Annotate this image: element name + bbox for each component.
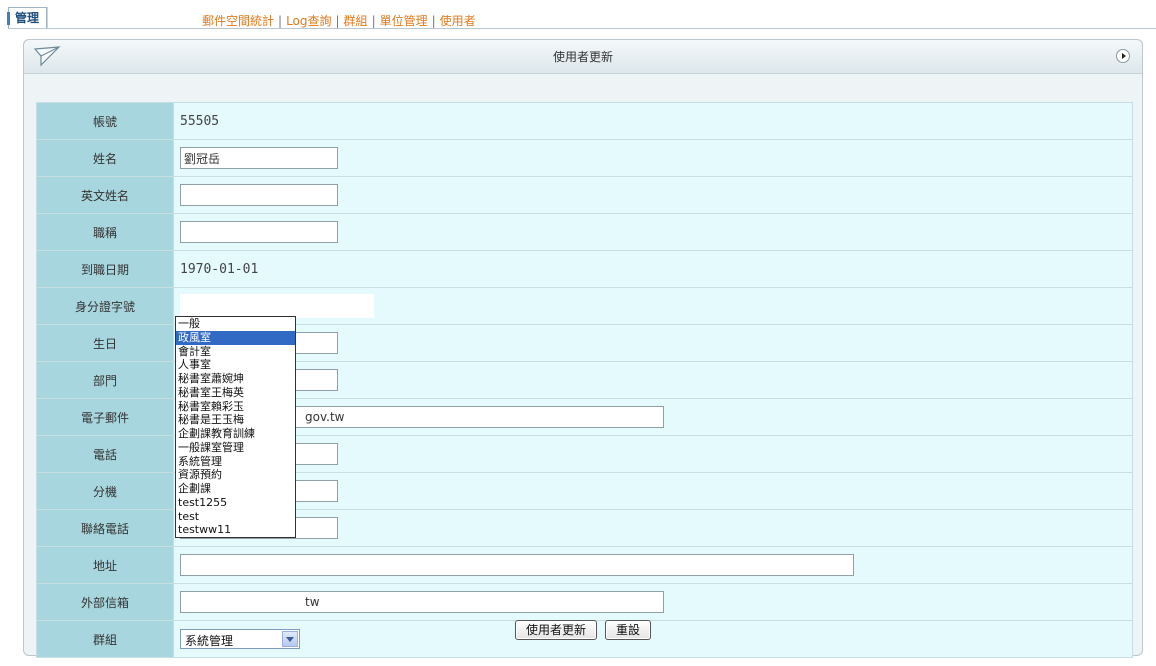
dropdown-option[interactable]: 政風室 [176,330,295,345]
button-row: 使用者更新 重設 [24,620,1142,640]
name-label: 姓名 [36,139,174,177]
form-row-account: 帳號 55505 [36,102,1133,140]
address-label: 地址 [36,546,174,584]
nav-separator: | [371,14,376,28]
title-label: 職稱 [36,213,174,251]
top-divider [8,28,1156,29]
form-row-english-name: 英文姓名 [36,176,1133,214]
dropdown-option[interactable]: 人事室 [176,358,295,372]
email-label: 電子郵件 [36,398,174,436]
name-input[interactable] [180,147,338,169]
external-email-input[interactable] [180,591,664,613]
dropdown-option[interactable]: 秘書是王玉梅 [176,413,295,427]
dropdown-option[interactable]: 秘書室王梅英 [176,386,295,400]
nav-separator: | [278,14,283,28]
department-dropdown-list[interactable]: 一般 政風室 會計室 人事室 秘書室蕭婉坤 秘書室王梅英 秘書室賴彩玉 秘書是王玉梅 企劃課教育… [175,316,296,538]
expand-arrow-icon[interactable] [1116,49,1130,63]
top-navigation: 郵件空間統計 | Log查詢 | 群組 | 單位管理 | 使用者 [202,12,476,29]
dropdown-option[interactable]: 一般課室管理 [176,441,295,455]
nav-groups[interactable]: 群組 [344,14,368,28]
id-number-label: 身分證字號 [36,287,174,325]
form-row-external-email: 外部信箱 [36,583,1133,621]
nav-users[interactable]: 使用者 [440,14,476,28]
account-value: 55505 [173,102,1133,140]
nav-separator: | [431,14,436,28]
dropdown-option[interactable]: test1255 [176,496,295,510]
update-user-button[interactable]: 使用者更新 [514,620,597,640]
form-row-name: 姓名 [36,139,1133,177]
panel-title: 使用者更新 [552,50,613,64]
dropdown-option[interactable]: 企劃課 [176,482,295,496]
nav-mail-space-stats[interactable]: 郵件空間統計 [202,14,274,28]
title-input[interactable] [180,221,338,243]
external-email-label: 外部信箱 [36,583,174,621]
dropdown-option[interactable]: 資源預約 [176,468,295,482]
english-name-label: 英文姓名 [36,176,174,214]
dropdown-option[interactable]: 秘書室蕭婉坤 [176,372,295,386]
dropdown-option[interactable]: testww11 [176,523,295,537]
nav-unit-management[interactable]: 單位管理 [380,14,428,28]
form-row-title: 職稱 [36,213,1133,251]
birthday-label: 生日 [36,324,174,362]
dropdown-option[interactable]: test [176,510,295,524]
department-label: 部門 [36,361,174,399]
contact-phone-label: 聯絡電話 [36,509,174,547]
id-number-input[interactable] [180,294,374,318]
dropdown-option[interactable]: 系統管理 [176,455,295,469]
account-label: 帳號 [36,102,174,140]
extension-label: 分機 [36,472,174,510]
dropdown-option[interactable]: 會計室 [176,345,295,359]
nav-separator: | [335,14,340,28]
panel-header: 使用者更新 [24,40,1142,74]
start-date-value: 1970-01-01 [173,250,1133,288]
dropdown-option[interactable]: 一般 [176,317,295,331]
form-row-address: 地址 [36,546,1133,584]
english-name-input[interactable] [180,184,338,206]
nav-log-query[interactable]: Log查詢 [286,14,331,28]
dropdown-option[interactable]: 秘書室賴彩玉 [176,400,295,414]
address-input[interactable] [180,554,854,576]
reset-button[interactable]: 重設 [605,620,652,640]
admin-tab[interactable]: 管理 [7,7,47,28]
start-date-label: 到職日期 [36,250,174,288]
phone-label: 電話 [36,435,174,473]
form-row-start-date: 到職日期 1970-01-01 [36,250,1133,288]
dropdown-option[interactable]: 企劃課教育訓練 [176,427,295,441]
